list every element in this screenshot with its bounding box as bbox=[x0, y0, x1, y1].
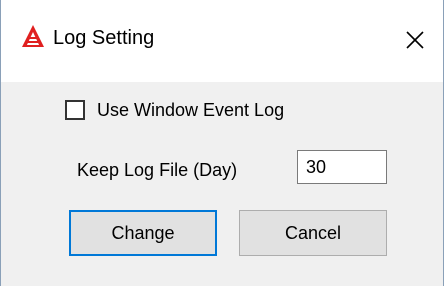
use-event-log-checkbox[interactable] bbox=[65, 100, 85, 120]
cancel-button[interactable]: Cancel bbox=[239, 210, 387, 256]
close-button[interactable] bbox=[387, 18, 443, 62]
use-event-log-label: Use Window Event Log bbox=[97, 99, 285, 120]
dialog-body: Use Window Event Log Keep Log File (Day)… bbox=[1, 82, 443, 286]
change-button[interactable]: Change bbox=[69, 210, 217, 256]
use-event-log-option[interactable]: Use Window Event Log bbox=[65, 98, 284, 122]
title-bar: Log Setting bbox=[1, 0, 443, 82]
keep-log-label: Keep Log File (Day) bbox=[77, 160, 238, 180]
keep-log-days-input[interactable] bbox=[297, 150, 387, 184]
app-logo-icon bbox=[21, 24, 45, 48]
window-title: Log Setting bbox=[53, 27, 155, 49]
log-setting-dialog: Log Setting Use Window Event Log Keep Lo… bbox=[0, 0, 444, 286]
close-icon bbox=[405, 30, 425, 50]
